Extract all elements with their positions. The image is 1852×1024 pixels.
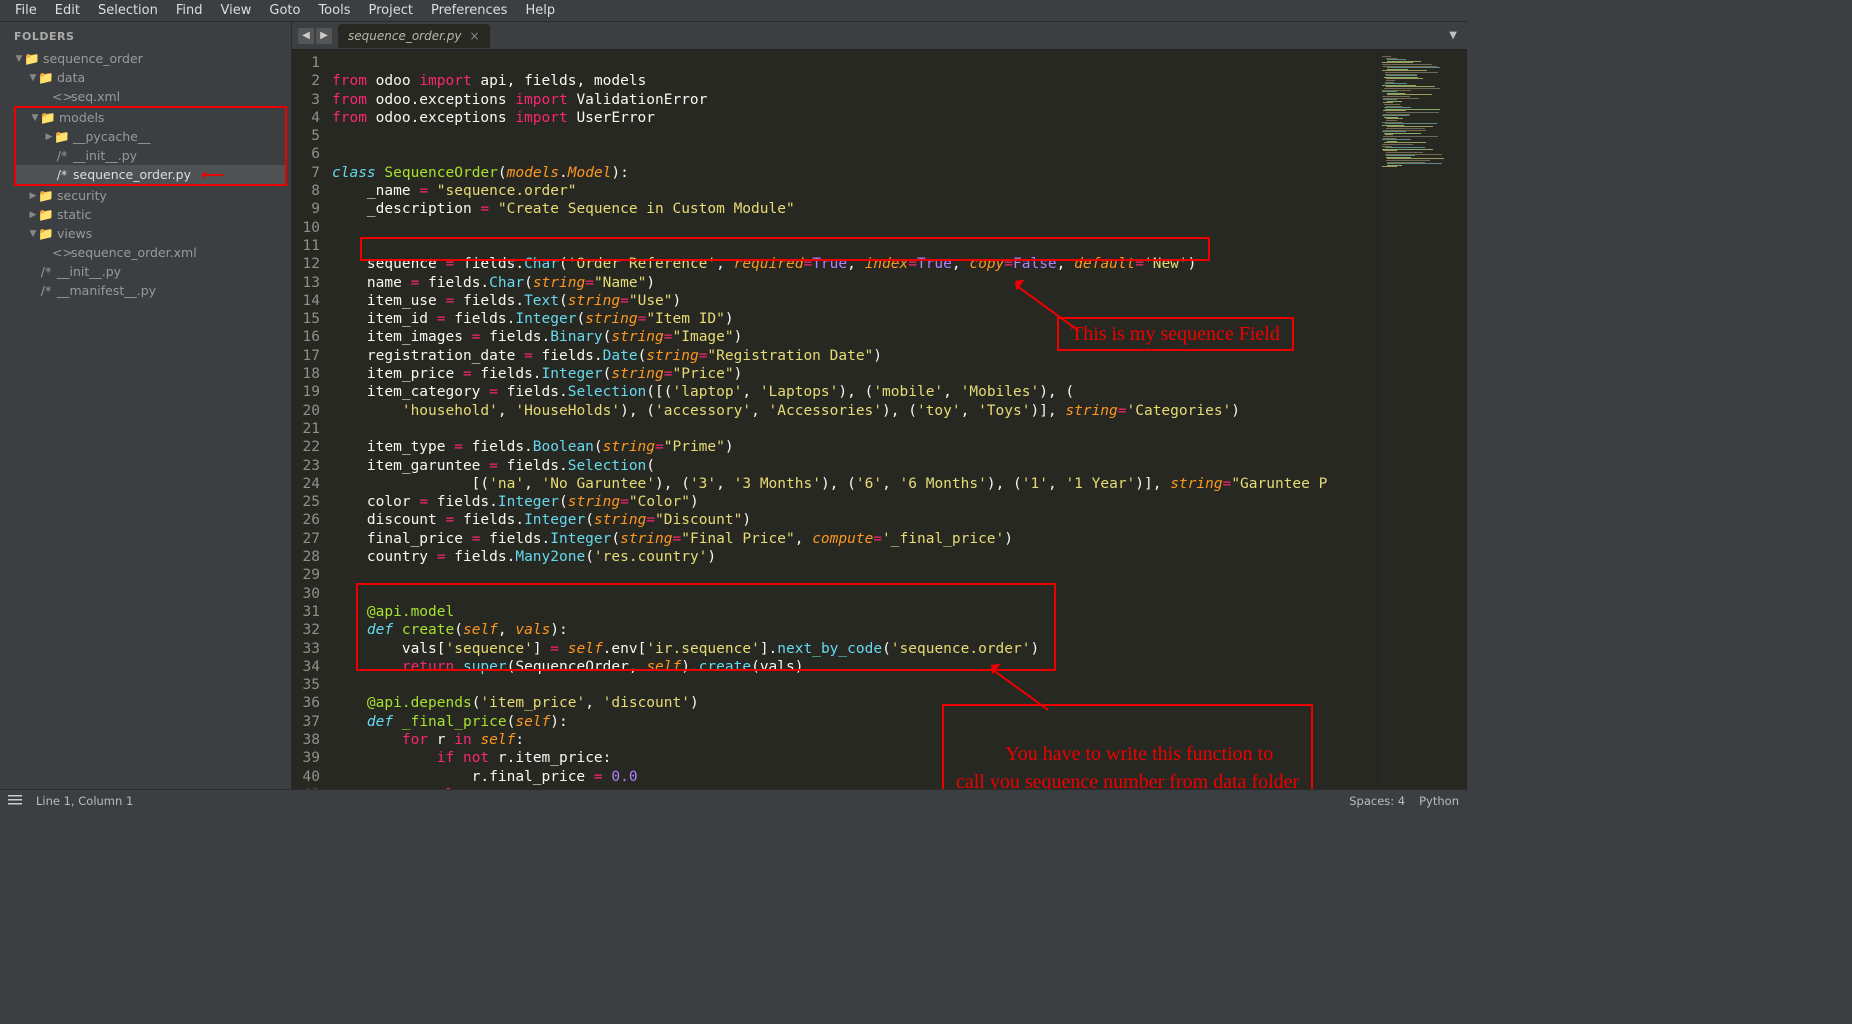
tree-label: static — [57, 207, 91, 222]
tree-label: sequence_order.xml — [71, 245, 197, 260]
menu-find[interactable]: Find — [167, 1, 212, 20]
tree-label: security — [57, 188, 107, 203]
chevron-down-icon: ▼ — [14, 54, 24, 64]
tree-static[interactable]: ▶ 📁 static — [0, 205, 291, 224]
indent-settings[interactable]: Spaces: 4 — [1349, 794, 1405, 808]
chevron-down-icon: ▼ — [28, 73, 38, 83]
menu-help[interactable]: Help — [516, 1, 564, 20]
xml-icon: <> — [52, 89, 68, 104]
folder-icon: 📁 — [40, 110, 56, 126]
annotation-sequence-field-label: This is my sequence Field — [1057, 317, 1294, 351]
tree-label: sequence_order — [43, 51, 143, 66]
tree-label: sequence_order.py — [73, 167, 191, 182]
cursor-position[interactable]: Line 1, Column 1 — [36, 794, 133, 808]
folder-icon: 📁 — [24, 51, 40, 67]
tree-seq-xml[interactable]: <> seq.xml — [0, 87, 291, 106]
tree-sequence-order-py[interactable]: /* sequence_order.py ⟵ — [16, 165, 285, 184]
tree-label: __manifest__.py — [57, 283, 156, 298]
annotation-func-label: You have to write this function tocall y… — [942, 704, 1313, 789]
folder-icon: 📁 — [38, 70, 54, 86]
tree-label: models — [59, 110, 104, 125]
tab-overflow-menu[interactable]: ▼ — [1439, 30, 1467, 41]
status-bar: Line 1, Column 1 Spaces: 4 Python — [0, 789, 1467, 811]
tree-init-py[interactable]: /* __init__.py — [16, 146, 285, 165]
xml-icon: <> — [52, 245, 68, 260]
tab-bar: ◀ ▶ sequence_order.py × ▼ — [292, 22, 1467, 50]
tree-manifest[interactable]: /* __manifest__.py — [0, 281, 291, 300]
tree-seq-order-xml[interactable]: <> sequence_order.xml — [0, 243, 291, 262]
line-number-gutter: 1 2 3 4 5 6 7 8 9 10 11 12 13 14 15 16 1… — [292, 50, 332, 789]
menu-file[interactable]: File — [6, 1, 46, 20]
tab-back-button[interactable]: ◀ — [298, 28, 314, 44]
python-icon: /* — [54, 148, 70, 163]
folder-icon: 📁 — [38, 188, 54, 204]
menu-goto[interactable]: Goto — [260, 1, 309, 20]
python-icon: /* — [38, 283, 54, 298]
chevron-right-icon: ▶ — [44, 132, 54, 142]
tree-label: __init__.py — [57, 264, 121, 279]
tree-root-init[interactable]: /* __init__.py — [0, 262, 291, 281]
hamburger-icon[interactable] — [8, 795, 22, 806]
tree-label: seq.xml — [71, 89, 120, 104]
syntax-language[interactable]: Python — [1419, 794, 1459, 808]
menu-selection[interactable]: Selection — [89, 1, 167, 20]
menu-bar: File Edit Selection Find View Goto Tools… — [0, 0, 1467, 22]
tree-data[interactable]: ▼ 📁 data — [0, 68, 291, 87]
tree-pycache[interactable]: ▶ 📁 __pycache__ — [16, 127, 285, 146]
python-icon: /* — [38, 264, 54, 279]
tree-root[interactable]: ▼ 📁 sequence_order — [0, 49, 291, 68]
folders-sidebar[interactable]: FOLDERS ▼ 📁 sequence_order ▼ 📁 data <> s… — [0, 22, 292, 789]
annotation-arrow-icon: ⟵ — [201, 165, 224, 184]
python-icon: /* — [54, 167, 70, 182]
tab-sequence-order[interactable]: sequence_order.py × — [338, 24, 490, 48]
menu-preferences[interactable]: Preferences — [422, 1, 516, 20]
tab-forward-button[interactable]: ▶ — [316, 28, 332, 44]
minimap[interactable] — [1377, 50, 1467, 789]
tree-models[interactable]: ▼ 📁 models — [16, 108, 285, 127]
tree-label: __init__.py — [73, 148, 137, 163]
chevron-right-icon: ▶ — [28, 191, 38, 201]
menu-view[interactable]: View — [212, 1, 261, 20]
tree-label: __pycache__ — [73, 129, 150, 144]
tree-label: data — [57, 70, 85, 85]
tree-security[interactable]: ▶ 📁 security — [0, 186, 291, 205]
folder-icon: 📁 — [38, 226, 54, 242]
tab-label: sequence_order.py — [348, 29, 461, 43]
menu-tools[interactable]: Tools — [309, 1, 359, 20]
folders-header: FOLDERS — [0, 26, 291, 49]
menu-project[interactable]: Project — [359, 1, 421, 20]
folder-icon: 📁 — [38, 207, 54, 223]
chevron-down-icon: ▼ — [30, 113, 40, 123]
tree-label: views — [57, 226, 92, 241]
chevron-right-icon: ▶ — [28, 210, 38, 220]
chevron-down-icon: ▼ — [28, 229, 38, 239]
code-editor[interactable]: from odoo import api, fields, models fro… — [332, 50, 1377, 789]
tree-views[interactable]: ▼ 📁 views — [0, 224, 291, 243]
close-icon[interactable]: × — [469, 29, 479, 43]
menu-edit[interactable]: Edit — [46, 1, 89, 20]
editor-area: ◀ ▶ sequence_order.py × ▼ 1 2 3 4 5 6 7 … — [292, 22, 1467, 789]
folder-icon: 📁 — [54, 129, 70, 145]
